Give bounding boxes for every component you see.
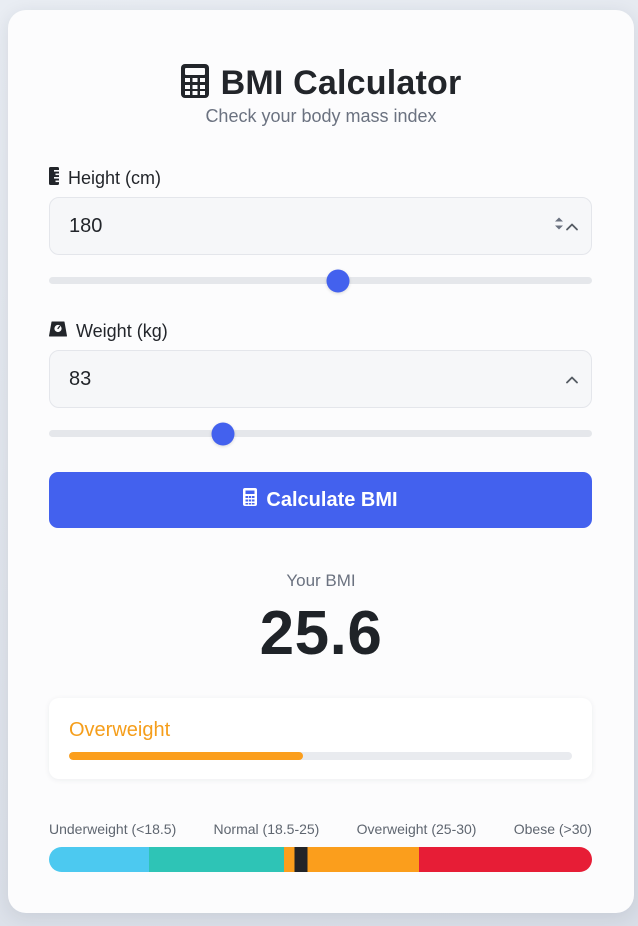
height-slider[interactable] [49,269,592,292]
scale-segment-underweight [49,847,149,872]
calculator-icon [180,63,209,103]
range-label-overweight: Overweight (25-30) [356,821,477,837]
bmi-category-box: Overweight [49,698,592,779]
ruler-icon [49,167,59,190]
bmi-scale-bar [49,847,592,872]
weight-stepper[interactable] [565,368,579,391]
calculator-icon [243,488,258,512]
bmi-category-text: Overweight [69,719,171,741]
weight-label-text: Weight (kg) [76,320,168,341]
chevron-up-icon[interactable] [565,368,579,391]
bmi-category-progress [69,752,572,760]
bmi-card: BMI Calculator Check your body mass inde… [8,10,634,913]
bmi-result-value: 25.6 [259,599,383,668]
range-label-normal: Normal (18.5-25) [213,821,320,837]
range-label-underweight: Underweight (<18.5) [49,821,177,837]
weight-label: Weight (kg) [49,320,168,342]
page-title: BMI Calculator [220,63,462,102]
chevron-up-icon[interactable] [565,215,579,238]
weight-scale-icon [49,320,67,342]
calculate-bmi-label: Calculate BMI [266,488,398,511]
range-label-obese: Obese (>30) [513,821,592,837]
page-subtitle: Check your body mass index [205,106,437,126]
weight-value: 83 [69,367,92,390]
height-input[interactable]: 180 [49,197,592,255]
spin-arrows-icon[interactable] [554,215,564,238]
bmi-result-label: Your BMI [286,571,356,590]
scale-segment-obese [418,847,592,872]
height-label: Height (cm) [49,167,161,190]
height-value: 180 [69,214,103,237]
weight-slider-thumb[interactable] [211,422,235,445]
calculate-bmi-button[interactable]: Calculate BMI [49,472,592,528]
height-label-text: Height (cm) [68,168,162,188]
weight-slider[interactable] [49,422,592,445]
height-stepper[interactable] [554,215,579,238]
bmi-category-progress-fill [69,752,303,760]
header: BMI Calculator [8,62,634,104]
height-slider-thumb[interactable] [326,269,350,292]
bmi-range-labels: Underweight (<18.5) Normal (18.5-25) Ove… [49,821,592,837]
weight-input[interactable]: 83 [49,350,592,408]
bmi-scale-marker [294,847,308,872]
scale-segment-normal [148,847,285,872]
